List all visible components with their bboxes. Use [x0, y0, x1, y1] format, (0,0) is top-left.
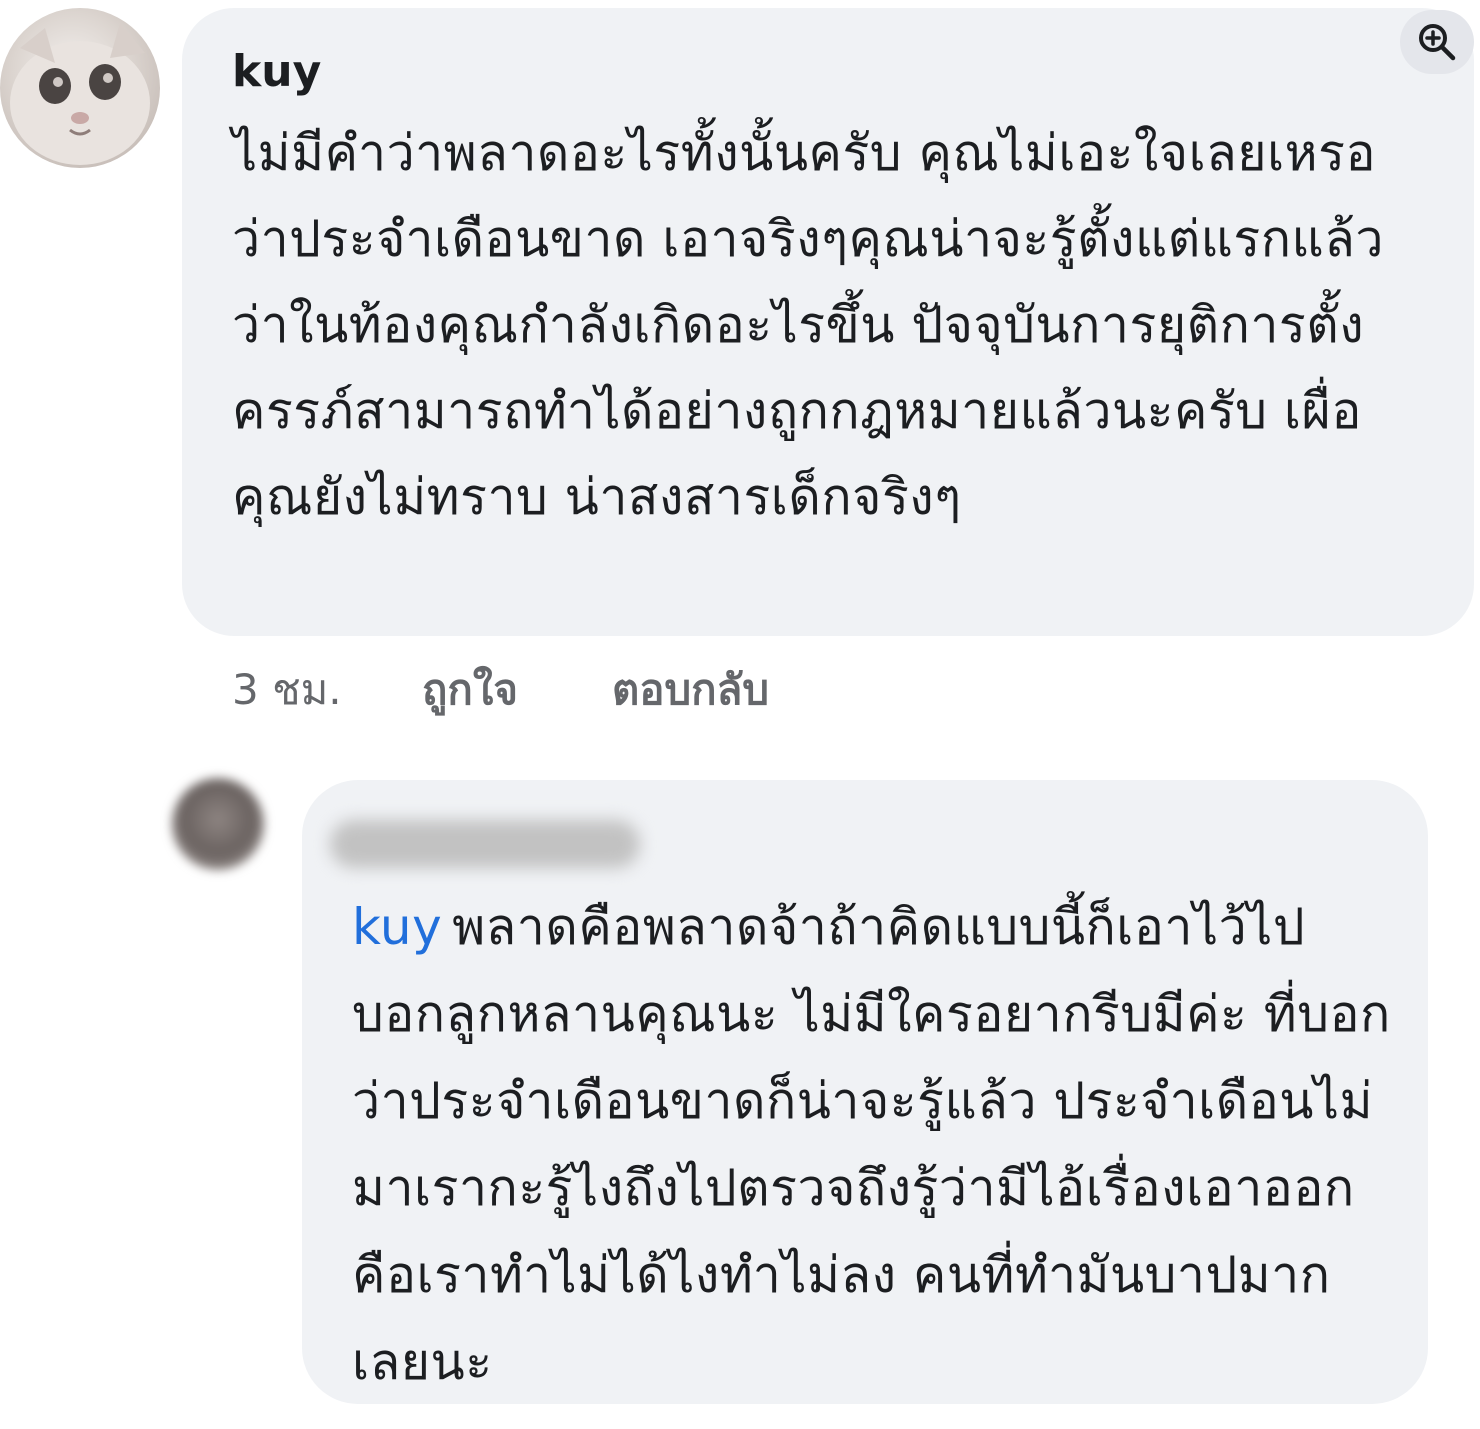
commenter-avatar[interactable] [0, 8, 160, 168]
cat-avatar-image [10, 23, 150, 165]
comment-actions: 3 ชม. ถูกใจ ตอบกลับ [232, 660, 769, 720]
reply-text: พลาดคือพลาดจ้าถ้าคิดแบบนี้ก็เอาไว้ไปบอกล… [352, 898, 1391, 1391]
reply-avatar-blurred[interactable] [172, 778, 264, 870]
reply-author-name-blurred[interactable] [330, 820, 640, 868]
zoom-in-icon [1419, 24, 1456, 61]
reply-button[interactable]: ตอบกลับ [612, 660, 769, 720]
mention-link[interactable]: kuy [352, 898, 442, 956]
like-button[interactable]: ถูกใจ [422, 660, 612, 720]
comment-timestamp[interactable]: 3 ชม. [232, 660, 422, 720]
comment-author[interactable]: kuy [232, 42, 1434, 102]
zoom-button[interactable] [1400, 10, 1474, 74]
reply-text-container: kuy พลาดคือพลาดจ้าถ้าคิดแบบนี้ก็เอาไว้ไปบ… [352, 884, 1392, 1406]
comment-bubble: kuy ไม่มีคำว่าพลาดอะไรทั้งนั้นครับ คุณไม… [182, 8, 1474, 636]
comment-text: ไม่มีคำว่าพลาดอะไรทั้งนั้นครับ คุณไม่เอะ… [232, 124, 1384, 526]
reply-bubble: kuy พลาดคือพลาดจ้าถ้าคิดแบบนี้ก็เอาไว้ไปบ… [302, 780, 1428, 1404]
